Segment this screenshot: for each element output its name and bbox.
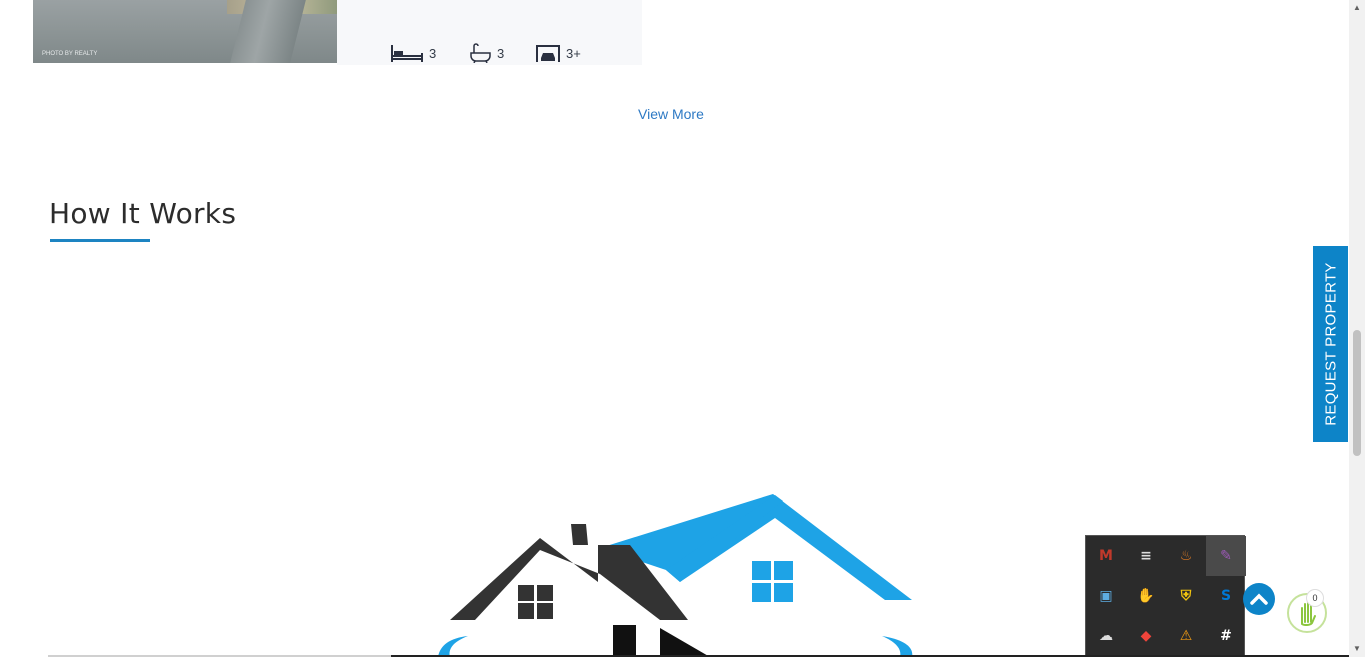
bed-icon xyxy=(391,45,423,62)
title-underline xyxy=(50,239,150,242)
pen-icon: ✎ xyxy=(1220,548,1232,564)
tray-item-updater[interactable]: ⚠ xyxy=(1166,616,1206,656)
hand-icon: ✋ xyxy=(1137,588,1155,604)
tray-item-security-shield[interactable]: ⛨ xyxy=(1166,576,1206,616)
request-property-label: REQUEST PROPERTY xyxy=(1322,262,1339,426)
tray-item-anydesk[interactable]: ◆ xyxy=(1126,616,1166,656)
tray-item-pen[interactable]: ✎ xyxy=(1206,536,1246,576)
baths-count: 3 xyxy=(497,45,505,61)
photo-watermark: PHOTO BY REALTY xyxy=(42,51,98,57)
anydesk-icon: ◆ xyxy=(1140,628,1152,644)
garage-icon xyxy=(536,45,560,62)
playlist-icon: ≡ xyxy=(1140,548,1152,564)
beds-count: 3 xyxy=(429,45,437,61)
updater-icon: ⚠ xyxy=(1179,628,1193,644)
notification-count-badge: 0 xyxy=(1306,589,1324,607)
slack-icon: # xyxy=(1220,628,1232,644)
bathtub-icon xyxy=(470,43,491,63)
tray-item-onedrive[interactable]: ☁ xyxy=(1086,616,1126,656)
cube-icon: ▣ xyxy=(1099,588,1113,604)
scroll-down-arrow-icon[interactable]: ▼ xyxy=(1349,641,1365,657)
tray-item-mcafee[interactable]: M xyxy=(1086,536,1126,576)
scroll-thumb[interactable] xyxy=(1353,330,1361,456)
system-tray-overflow: M ≡ ♨ ✎ ▣ ✋ ⛨ S ☁ ◆ ⚠ # xyxy=(1085,535,1246,657)
chevron-up-icon xyxy=(1250,593,1268,605)
scroll-to-top-button[interactable] xyxy=(1243,583,1275,615)
onedrive-icon: ☁ xyxy=(1099,628,1113,644)
garage-count: 3+ xyxy=(566,45,581,61)
beds-feature: 3 xyxy=(391,43,436,63)
tray-item-slack[interactable]: # xyxy=(1206,616,1246,656)
listing-photo[interactable]: PHOTO BY REALTY xyxy=(33,0,337,63)
listing-details: 3 3 3+ xyxy=(337,0,642,65)
request-property-tab[interactable]: REQUEST PROPERTY xyxy=(1313,246,1348,442)
tray-item-skype[interactable]: S xyxy=(1206,576,1246,616)
tray-item-java[interactable]: ♨ xyxy=(1166,536,1206,576)
baths-feature: 3 xyxy=(469,43,504,63)
tray-item-cube[interactable]: ▣ xyxy=(1086,576,1126,616)
mcafee-icon: M xyxy=(1099,548,1113,564)
security-shield-icon: ⛨ xyxy=(1180,588,1192,604)
house-logo-illustration xyxy=(438,494,913,657)
tray-item-playlist[interactable]: ≡ xyxy=(1126,536,1166,576)
skype-icon: S xyxy=(1220,588,1232,604)
section-title: How It Works xyxy=(49,197,237,230)
scroll-up-arrow-icon[interactable]: ▲ xyxy=(1349,0,1365,16)
page-scrollbar[interactable]: ▲ ▼ xyxy=(1349,0,1365,657)
java-icon: ♨ xyxy=(1179,548,1193,564)
tray-item-hand[interactable]: ✋ xyxy=(1126,576,1166,616)
garage-feature: 3+ xyxy=(536,43,581,63)
accessibility-widget-button[interactable]: 0 xyxy=(1287,589,1327,633)
view-more-link[interactable]: View More xyxy=(638,106,704,122)
